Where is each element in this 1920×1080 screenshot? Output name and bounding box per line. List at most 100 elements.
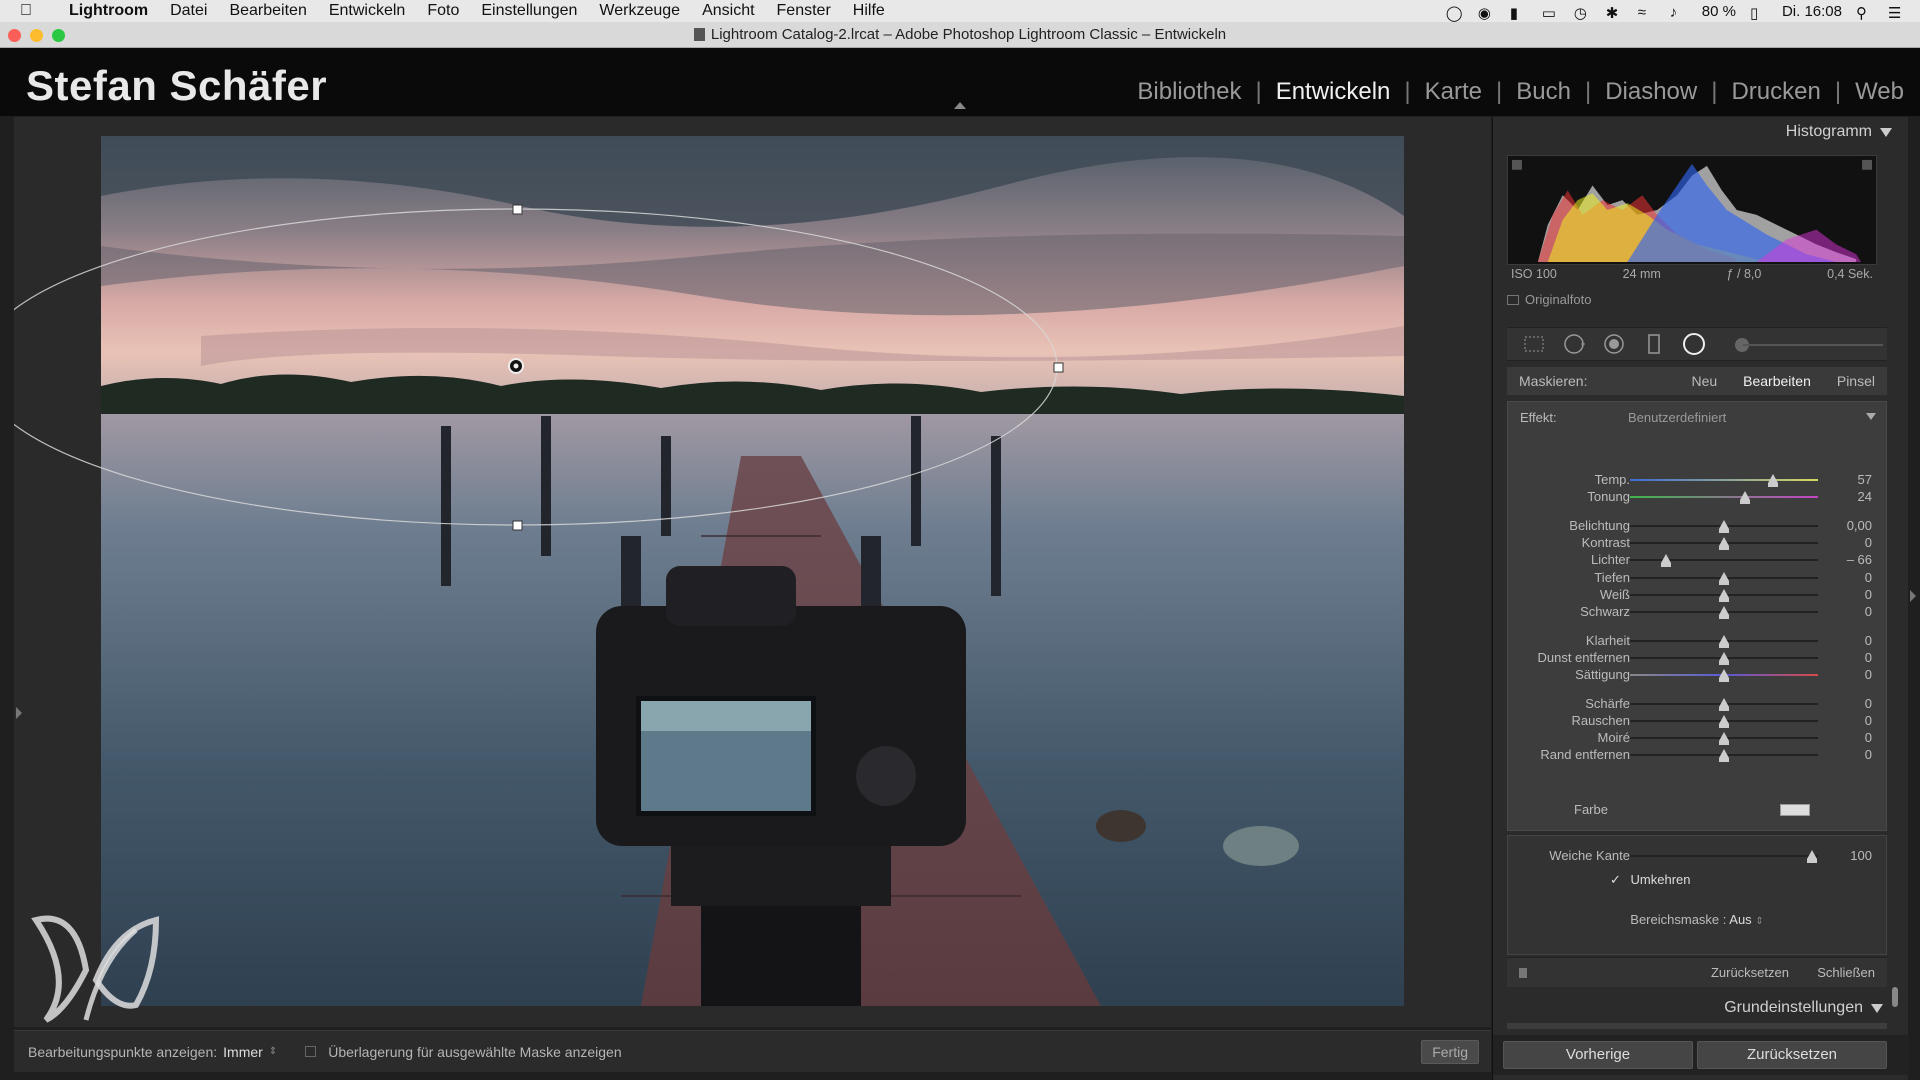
slider-thumb[interactable] <box>1719 698 1729 711</box>
airplay-icon[interactable]: ▭ <box>1542 4 1560 22</box>
module-bibliothek[interactable]: Bibliothek <box>1133 78 1245 106</box>
wifi-icon[interactable]: ≈ <box>1638 4 1656 21</box>
mask-close-button[interactable]: Schließen <box>1817 965 1875 980</box>
highlight-clipping-icon[interactable] <box>1862 159 1873 170</box>
chevron-updown-icon[interactable]: ⇕ <box>1755 916 1763 927</box>
right-panel-toggle-icon[interactable] <box>1910 590 1916 602</box>
slider-thumb[interactable] <box>1719 652 1729 665</box>
volume-icon[interactable]: ♪ <box>1670 4 1688 21</box>
slider-schwarz[interactable]: Schwarz 0 <box>1508 602 1886 622</box>
close-window-button[interactable] <box>8 29 21 42</box>
module-web[interactable]: Web <box>1851 78 1908 106</box>
color-swatch[interactable] <box>1780 804 1810 816</box>
spot-removal-tool-icon[interactable] <box>1561 333 1587 355</box>
slider-thumb[interactable] <box>1719 715 1729 728</box>
effect-preset-select[interactable]: Benutzerdefiniert <box>1628 410 1726 425</box>
slider-value[interactable]: 0 <box>1812 667 1872 682</box>
checkmark-icon[interactable]: ✓ <box>1610 872 1621 887</box>
show-mask-overlay-label[interactable]: Überlagerung für ausgewählte Maske anzei… <box>328 1044 621 1060</box>
slider-thumb[interactable] <box>1719 520 1729 533</box>
reset-all-button[interactable]: Zurücksetzen <box>1697 1041 1887 1069</box>
slider-tonung[interactable]: Tonung 24 <box>1508 487 1886 507</box>
chevron-updown-icon[interactable]: ⇕ <box>269 1046 277 1057</box>
creative-cloud-icon[interactable]: ◯ <box>1446 4 1464 22</box>
basic-panel-header[interactable]: Grundeinstellungen <box>1507 993 1887 1023</box>
menubar-clock[interactable]: Di. 16:08 <box>1782 3 1842 20</box>
collapse-triangle-icon[interactable] <box>1880 127 1892 137</box>
notification-center-icon[interactable]: ☰ <box>1888 4 1906 22</box>
slider-value[interactable]: 0 <box>1812 633 1872 648</box>
shadow-clipping-icon[interactable] <box>1511 159 1522 170</box>
menu-app-name[interactable]: Lightroom <box>58 2 159 20</box>
photo-preview[interactable] <box>101 136 1404 1006</box>
mask-brush-button[interactable]: Pinsel <box>1837 373 1875 389</box>
slider-value[interactable]: 0 <box>1812 570 1872 585</box>
range-mask-select[interactable]: Aus <box>1729 912 1751 927</box>
slider-track[interactable] <box>1630 559 1818 561</box>
menu-einstellungen[interactable]: Einstellungen <box>470 2 588 20</box>
mask-edit-button[interactable]: Bearbeiten <box>1743 373 1811 389</box>
record-icon[interactable]: ◉ <box>1478 4 1496 22</box>
menu-foto[interactable]: Foto <box>416 2 470 20</box>
minimize-window-button[interactable] <box>30 29 43 42</box>
panel-switch-icon[interactable] <box>1519 967 1527 978</box>
module-buch[interactable]: Buch <box>1512 78 1575 106</box>
bookmark-icon[interactable]: ▮ <box>1510 4 1528 22</box>
slider-value[interactable]: 24 <box>1812 489 1872 504</box>
slider-value[interactable]: 0 <box>1812 730 1872 745</box>
menu-fenster[interactable]: Fenster <box>766 2 842 20</box>
range-mask-row[interactable]: Bereichsmaske : Aus ⇕ <box>1508 912 1886 927</box>
show-mask-overlay-checkbox[interactable] <box>305 1046 317 1057</box>
slider-value[interactable]: 100 <box>1812 848 1872 863</box>
slider-sättigung[interactable]: Sättigung 0 <box>1508 665 1886 685</box>
slider-value[interactable]: 0 <box>1812 713 1872 728</box>
histogram[interactable] <box>1507 155 1877 265</box>
slider-thumb[interactable] <box>1719 537 1729 550</box>
module-karte[interactable]: Karte <box>1421 78 1486 106</box>
invert-toggle[interactable]: ✓ Umkehren <box>1610 872 1691 888</box>
previous-button[interactable]: Vorherige <box>1503 1041 1693 1069</box>
slider-thumb[interactable] <box>1719 589 1729 602</box>
original-photo-checkbox[interactable] <box>1507 294 1519 305</box>
spotlight-search-icon[interactable]: ⚲ <box>1856 4 1874 22</box>
module-entwickeln[interactable]: Entwickeln <box>1272 78 1395 106</box>
menu-entwickeln[interactable]: Entwickeln <box>318 2 416 20</box>
slider-value[interactable]: 0 <box>1812 747 1872 762</box>
slider-value[interactable]: 0 <box>1812 587 1872 602</box>
apple-icon[interactable]:  <box>20 2 40 20</box>
slider-lichter[interactable]: Lichter – 66 <box>1508 550 1886 570</box>
graduated-filter-icon[interactable] <box>1641 333 1667 355</box>
slider-track[interactable] <box>1630 479 1818 481</box>
slider-thumb[interactable] <box>1739 491 1750 504</box>
histogram-header[interactable]: Histogramm <box>1493 117 1908 147</box>
slider-value[interactable]: 0 <box>1812 696 1872 711</box>
slider-thumb[interactable] <box>1719 635 1729 648</box>
menu-bearbeiten[interactable]: Bearbeiten <box>218 2 317 20</box>
slider-thumb[interactable] <box>1719 732 1729 745</box>
show-edit-points-select[interactable]: Immer <box>223 1044 263 1060</box>
slider-thumb[interactable] <box>1719 606 1729 619</box>
battery-icon[interactable]: ▯ <box>1750 4 1768 22</box>
slider-thumb[interactable] <box>1719 572 1729 585</box>
fullscreen-window-button[interactable] <box>52 29 65 42</box>
slider-value[interactable]: – 66 <box>1812 552 1872 567</box>
slider-weiche-kante[interactable]: Weiche Kante 100 <box>1508 846 1886 866</box>
menu-ansicht[interactable]: Ansicht <box>691 2 765 20</box>
collapse-triangle-icon[interactable] <box>1871 1003 1883 1013</box>
slider-track[interactable] <box>1630 855 1818 857</box>
slider-value[interactable]: 0 <box>1812 650 1872 665</box>
panel-scrollbar[interactable] <box>1892 987 1898 1007</box>
menu-datei[interactable]: Datei <box>159 2 218 20</box>
slider-thumb[interactable] <box>1719 669 1729 682</box>
mask-reset-button[interactable]: Zurücksetzen <box>1711 965 1789 980</box>
slider-thumb[interactable] <box>1767 474 1778 487</box>
battery-percent[interactable]: 80 % <box>1702 3 1736 20</box>
menu-werkzeuge[interactable]: Werkzeuge <box>588 2 691 20</box>
slider-value[interactable]: 0 <box>1812 535 1872 550</box>
red-eye-tool-icon[interactable] <box>1601 333 1627 355</box>
time-machine-icon[interactable]: ◷ <box>1574 4 1592 22</box>
mask-new-button[interactable]: Neu <box>1691 373 1717 389</box>
crop-tool-icon[interactable] <box>1521 333 1547 355</box>
done-button[interactable]: Fertig <box>1421 1040 1479 1064</box>
slider-thumb[interactable] <box>1660 554 1671 567</box>
